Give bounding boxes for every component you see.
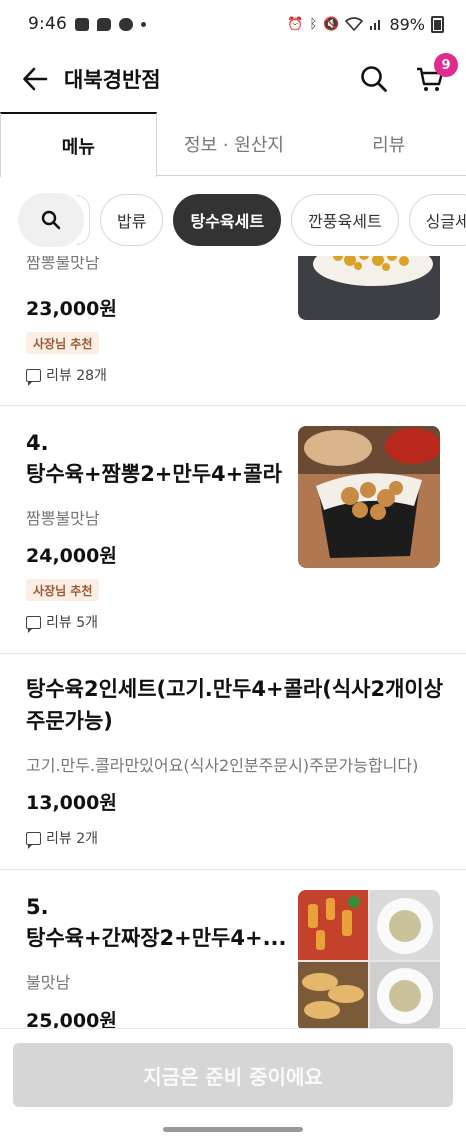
category-chip-single-set[interactable]: 싱글세 [408,194,466,246]
app-header: 대북경반점 9 [0,48,466,110]
status-right: ⏰ ᛒ 🔇 89% [287,15,444,34]
status-bar: 9:46 ⏰ ᛒ 🔇 89% [0,0,466,48]
search-button[interactable] [356,61,392,97]
chat-bubble-icon [96,17,111,31]
item-name-line1: 4. [26,431,49,455]
tab-bar: 메뉴 정보 · 원산지 리뷰 [0,112,466,177]
tab-reviews[interactable]: 리뷰 [311,112,466,175]
item-desc: 짬뽕불맛남 [26,256,100,272]
scrolled-chip-edge [76,195,90,245]
menu-item[interactable]: 5. 탕수육+간짜장2+만두4+... 불맛남 25,000원 [0,870,466,1028]
page-title: 대북경반점 [64,68,161,92]
search-icon [41,210,61,230]
food-photo [298,256,440,320]
back-button[interactable] [18,62,52,96]
item-thumbnail [298,890,440,1028]
category-chip-kkanpunggyuk-set[interactable]: 깐풍육세트 [291,194,399,246]
item-price: 25,000원 [26,1010,117,1028]
status-time: 9:46 [28,14,67,34]
item-desc: 짬뽕불맛남 [26,509,100,528]
item-desc: 고기.만두.콜라만있어요(식사2인분주문시)주문가능합니다) [26,756,419,775]
review-icon [26,368,41,386]
bottom-order-bar: 지금은 준비 중이에요 [0,1028,466,1139]
bluetooth-icon: ᛒ [309,16,318,32]
recommend-badge: 사장님 추천 [26,579,100,601]
tab-info-origin[interactable]: 정보 · 원산지 [157,112,312,175]
category-chip-bar: 밥류 탕수육세트 깐풍육세트 싱글세 [0,190,466,250]
review-count: 리뷰 28개 [26,365,107,386]
recommend-badge: 사장님 추천 [26,332,100,354]
signal-icon [370,20,381,30]
item-thumbnail [298,256,440,320]
category-chip-tangsuyuk-set[interactable]: 탕수육세트 [173,194,282,246]
wifi-icon [345,17,364,31]
item-name-line2: 주문가능) [26,709,113,733]
review-icon [26,831,41,849]
item-price: 13,000원 [26,792,117,814]
status-left: 9:46 [28,14,146,34]
battery-text: 89% [389,14,425,34]
menu-list: 짬뽕불맛남 23,000원 사장님 추천 리뷰 28개 4. 탕수육+짬뽕2+만… [0,256,466,1028]
arrow-left-icon [23,67,48,91]
header-actions: 9 [356,53,458,97]
item-thumbnail [298,426,440,568]
mute-icon: 🔇 [323,16,340,32]
review-count-text: 리뷰 5개 [46,615,98,631]
home-indicator [163,1127,303,1132]
item-name-line2: 탕수육+간짜장2+만두4+... [26,926,287,950]
food-photo [298,426,440,568]
search-icon [361,66,387,92]
order-button-disabled[interactable]: 지금은 준비 중이에요 [13,1043,453,1107]
alarm-icon: ⏰ [287,16,304,32]
review-count: 리뷰 5개 [26,612,98,633]
tab-menu[interactable]: 메뉴 [0,112,157,177]
review-count: 리뷰 2개 [26,828,98,849]
review-count-text: 리뷰 2개 [46,831,98,847]
food-photo [298,890,440,1028]
review-count-text: 리뷰 28개 [46,368,107,384]
menu-item[interactable]: 4. 탕수육+짬뽕2+만두4+콜라 짬뽕불맛남 24,000원 사장님 추천 리… [0,406,466,654]
category-chip-rice[interactable]: 밥류 [100,194,164,246]
item-name-line2: 탕수육+짬뽕2+만두4+콜라 [26,462,282,486]
notification-dot-icon [140,21,146,27]
cart-button[interactable]: 9 [412,53,458,97]
item-price: 24,000원 [26,545,117,567]
item-name-line1: 탕수육2인세트(고기.만두4+콜라(식사2개이상 [26,677,444,701]
category-search-button[interactable] [18,193,84,247]
review-icon [26,615,41,633]
menu-item[interactable]: 짬뽕불맛남 23,000원 사장님 추천 리뷰 28개 [0,256,466,406]
item-price: 23,000원 [26,298,117,320]
image-icon [74,17,89,31]
item-desc: 불맛남 [26,973,71,992]
item-name-line1: 5. [26,895,49,919]
cloud-icon [118,17,133,31]
battery-icon [431,15,444,33]
cart-count-badge: 9 [434,53,458,77]
menu-item[interactable]: 탕수육2인세트(고기.만두4+콜라(식사2개이상 주문가능) 고기.만두.콜라만… [0,654,466,870]
